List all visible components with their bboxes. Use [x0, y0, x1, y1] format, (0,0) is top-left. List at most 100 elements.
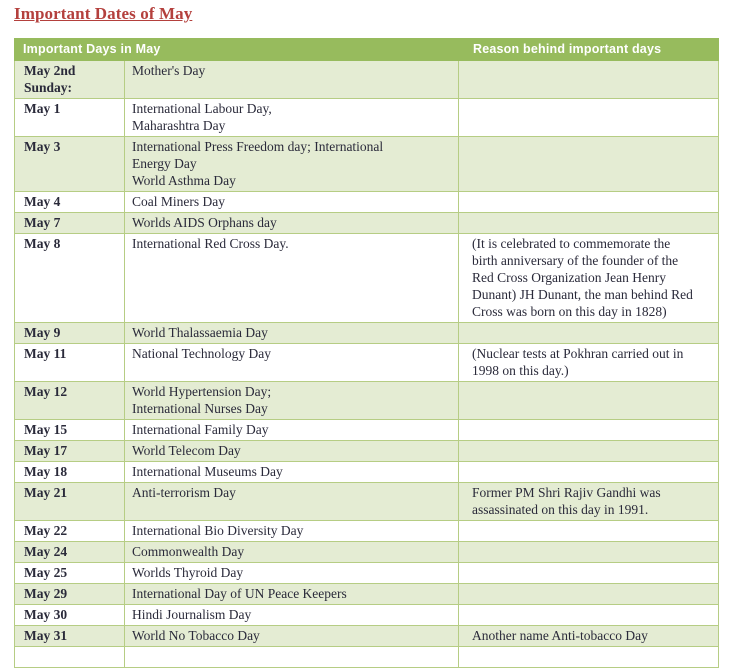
row-reason-cell: (Nuclear tests at Pokhran carried out in…	[458, 343, 719, 382]
important-dates-table: Important Days in May Reason behind impo…	[14, 38, 719, 668]
row-date-cell-line: May 25	[24, 565, 68, 580]
row-date-cell: May 8	[14, 233, 125, 323]
row-reason-cell	[458, 461, 719, 483]
row-reason-cell-line: Dunant) JH Dunant, the man behind Red	[472, 287, 693, 302]
table-row: May 15 International Family Day	[14, 419, 719, 441]
row-date-cell: May 18	[14, 461, 125, 483]
row-reason-cell	[458, 604, 719, 626]
row-date-cell: May 21	[14, 482, 125, 521]
column-header-reason: Reason behind important days	[458, 38, 719, 61]
row-reason-cell-line: Former PM Shri Rajiv Gandhi was	[472, 485, 661, 500]
table-row: May 22 International Bio Diversity Day	[14, 520, 719, 542]
table-row: May 2nd Sunday: Mother's Day	[14, 60, 719, 99]
row-reason-cell	[458, 60, 719, 99]
row-date-cell	[14, 646, 125, 668]
row-reason-cell	[458, 98, 719, 137]
table-row: May 11 National Technology Day (Nuclear te…	[14, 343, 719, 382]
row-date-cell: May 12	[14, 381, 125, 420]
row-reason-cell: Former PM Shri Rajiv Gandhi was assassina…	[458, 482, 719, 521]
row-date-cell-line: May 12	[24, 384, 68, 399]
row-event-cell-line: Hindi Journalism Day	[132, 607, 252, 622]
row-event-cell: National Technology Day	[124, 343, 459, 382]
row-date-cell: May 22	[14, 520, 125, 542]
row-date-cell: May 7	[14, 212, 125, 234]
row-date-cell-line: May 2nd	[24, 63, 76, 78]
row-reason-cell-line: (It is celebrated to commemorate the	[472, 236, 671, 251]
row-event-cell-line: Anti-terrorism Day	[132, 485, 236, 500]
row-event-cell: World Telecom Day	[124, 440, 459, 462]
row-reason-cell-line: assassinated on this day in 1991.	[472, 502, 649, 517]
row-event-cell-line: International Bio Diversity Day	[132, 523, 304, 538]
page-title: Important Dates of May	[14, 4, 193, 23]
row-reason-cell-line: 1998 on this day.)	[472, 363, 569, 378]
row-date-cell: May 15	[14, 419, 125, 441]
row-event-cell-line: World Thalassaemia Day	[132, 325, 268, 340]
row-date-cell-line: May 7	[24, 215, 61, 230]
table-header-row: Important Days in May Reason behind impo…	[14, 38, 719, 61]
row-event-cell: Hindi Journalism Day	[124, 604, 459, 626]
row-event-cell-line: World Hypertension Day;	[132, 384, 272, 399]
row-date-cell-line: May 3	[24, 139, 61, 154]
row-date-cell-line: May 29	[24, 586, 68, 601]
row-date-cell: May 11	[14, 343, 125, 382]
row-reason-cell	[458, 541, 719, 563]
table-row: May 12 World Hypertension Day; Internatio…	[14, 381, 719, 420]
row-date-cell: May 24	[14, 541, 125, 563]
row-event-cell: Commonwealth Day	[124, 541, 459, 563]
row-date-cell: May 2nd Sunday:	[14, 60, 125, 99]
row-event-cell-line: World No Tobacco Day	[132, 628, 260, 643]
row-date-cell-line: May 15	[24, 422, 68, 437]
table-row: May 17 World Telecom Day	[14, 440, 719, 462]
row-event-cell-line: International Red Cross Day.	[132, 236, 289, 251]
table-row: May 21 Anti-terrorism Day Former PM Shri R…	[14, 482, 719, 521]
row-event-cell: World Hypertension Day; International Nu…	[124, 381, 459, 420]
row-event-cell: World Thalassaemia Day	[124, 322, 459, 344]
row-date-cell: May 3	[14, 136, 125, 192]
row-date-cell: May 25	[14, 562, 125, 584]
row-event-cell-line: International Family Day	[132, 422, 269, 437]
table-row: May 8 International Red Cross Day. (It is …	[14, 233, 719, 323]
row-event-cell-line: Commonwealth Day	[132, 544, 245, 559]
row-reason-cell-line: birth anniversary of the founder of the	[472, 253, 679, 268]
row-event-cell-line: International Day of UN Peace Keepers	[132, 586, 347, 601]
row-reason-cell	[458, 583, 719, 605]
row-date-cell: May 30	[14, 604, 125, 626]
table-row: May 29 International Day of UN Peace Keep…	[14, 583, 719, 605]
row-date-cell-line: May 22	[24, 523, 68, 538]
row-event-cell: Mother's Day	[124, 60, 459, 99]
row-reason-cell	[458, 562, 719, 584]
row-event-cell: Worlds Thyroid Day	[124, 562, 459, 584]
row-event-cell: International Labour Day, Maharashtra Day	[124, 98, 459, 137]
row-event-cell: International Press Freedom day; Interna…	[124, 136, 459, 192]
row-event-cell-line: Coal Miners Day	[132, 194, 225, 209]
row-event-cell: International Family Day	[124, 419, 459, 441]
row-event-cell: International Bio Diversity Day	[124, 520, 459, 542]
row-event-cell-line: International Press Freedom day; Interna…	[132, 139, 384, 154]
row-reason-cell	[458, 191, 719, 213]
row-event-cell: International Day of UN Peace Keepers	[124, 583, 459, 605]
row-reason-cell	[458, 520, 719, 542]
row-date-cell: May 31	[14, 625, 125, 647]
row-event-cell-line: World Asthma Day	[132, 173, 236, 188]
row-reason-cell-line: Cross was born on this day in 1828)	[472, 304, 667, 319]
table-row	[14, 646, 719, 668]
table-row: May 1 International Labour Day, Maharashtr…	[14, 98, 719, 137]
row-date-cell: May 17	[14, 440, 125, 462]
row-event-cell: International Red Cross Day.	[124, 233, 459, 323]
row-event-cell-line: Energy Day	[132, 156, 197, 171]
row-reason-cell-line: Red Cross Organization Jean Henry	[472, 270, 666, 285]
row-date-cell-line: May 21	[24, 485, 68, 500]
table-row: May 3 International Press Freedom day; In…	[14, 136, 719, 192]
row-reason-cell: Another name Anti-tobacco Day	[458, 625, 719, 647]
row-reason-cell	[458, 646, 719, 668]
row-date-cell-line: May 30	[24, 607, 68, 622]
row-event-cell: International Museums Day	[124, 461, 459, 483]
row-reason-cell-line: Another name Anti-tobacco Day	[472, 628, 648, 643]
row-reason-cell	[458, 440, 719, 462]
row-date-cell: May 4	[14, 191, 125, 213]
table-header: Important Days in May Reason behind impo…	[14, 38, 719, 61]
row-reason-cell	[458, 322, 719, 344]
row-event-cell: Anti-terrorism Day	[124, 482, 459, 521]
table-row: May 9 World Thalassaemia Day	[14, 322, 719, 344]
important-dates-table-container: Important Days in May Reason behind impo…	[14, 38, 719, 668]
